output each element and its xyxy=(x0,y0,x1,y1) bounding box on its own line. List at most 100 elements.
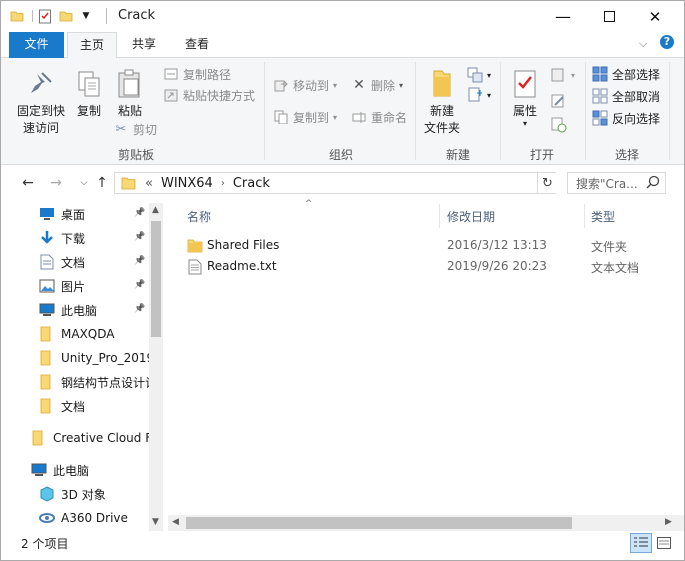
properties-icon[interactable] xyxy=(37,8,53,24)
search-icon xyxy=(646,175,660,192)
folder-icon xyxy=(39,326,55,342)
nav-scrollbar-thumb[interactable] xyxy=(151,221,161,337)
breadcrumb-item[interactable]: Crack xyxy=(233,176,270,191)
sidebar-item[interactable]: 文档 xyxy=(39,251,149,273)
easy-access-button[interactable]: ▾ xyxy=(467,86,491,104)
sidebar-item[interactable]: 钢结构节点设计计 xyxy=(39,371,149,393)
history-button[interactable] xyxy=(551,116,571,134)
paste-icon xyxy=(114,68,146,100)
organize-group-label: 组织 xyxy=(328,148,353,162)
column-modified[interactable]: 修改日期 xyxy=(447,208,495,225)
search-input[interactable]: 搜索"Cra... xyxy=(567,172,666,194)
table-row[interactable]: Readme.txt 2019/9/26 20:23 文本文档 xyxy=(183,256,678,277)
title-bar: ▼ Crack — ✕ xyxy=(1,1,684,32)
copy-to-button[interactable]: 复制到 ▾ xyxy=(273,108,337,126)
tab-home[interactable]: 主页 xyxy=(67,32,117,59)
pin-icon[interactable]: 📌 xyxy=(134,208,145,218)
recent-locations-icon[interactable]: ⌵ xyxy=(74,173,94,193)
maximize-icon[interactable] xyxy=(586,1,632,32)
tab-share[interactable]: 共享 xyxy=(121,32,167,58)
refresh-icon[interactable]: ↻ xyxy=(537,173,557,193)
column-name[interactable]: 名称 xyxy=(187,208,211,225)
rename-icon xyxy=(351,109,367,125)
select-all-button[interactable]: 全部选择 xyxy=(592,65,660,83)
column-type[interactable]: 类型 xyxy=(591,208,615,225)
sidebar-item[interactable]: 文档 xyxy=(39,395,149,417)
breadcrumb-overflow[interactable]: « xyxy=(145,176,153,191)
table-row[interactable]: Shared Files 2016/3/12 13:13 文件夹 xyxy=(183,235,678,256)
status-item-count: 2 个项目 xyxy=(21,537,69,551)
back-icon[interactable]: ← xyxy=(18,173,38,193)
sidebar-item[interactable]: 图片 xyxy=(39,275,149,297)
divider xyxy=(585,62,586,160)
divider xyxy=(669,62,670,160)
sidebar-item[interactable]: 桌面 xyxy=(39,203,149,225)
copy-path-button[interactable]: 复制路径 xyxy=(163,65,231,83)
forward-icon[interactable]: → xyxy=(46,173,66,193)
paste-shortcut-button[interactable]: 粘贴快捷方式 xyxy=(163,86,255,104)
sidebar-item[interactable]: 此电脑 xyxy=(39,299,149,321)
chevron-down-icon: ▾ xyxy=(333,112,338,122)
sidebar-item[interactable]: 此电脑 xyxy=(31,459,141,481)
sidebar-item-label: 钢结构节点设计计 xyxy=(61,375,149,390)
pin-icon[interactable]: 📌 xyxy=(134,304,145,314)
select-none-button[interactable]: 全部取消 xyxy=(592,87,660,105)
invert-selection-button[interactable]: 反向选择 xyxy=(592,109,660,127)
ribbon-expand-icon[interactable]: ⌵ xyxy=(639,37,647,51)
divider[interactable] xyxy=(584,204,585,228)
details-view-icon[interactable] xyxy=(630,533,652,553)
sidebar-item[interactable]: A360 Drive xyxy=(39,507,149,529)
sidebar-item[interactable]: 下载 xyxy=(39,227,149,249)
properties-button[interactable]: 属性 ▾ xyxy=(507,68,543,128)
tab-view[interactable]: 查看 xyxy=(173,32,221,58)
paste-button[interactable]: 粘贴 xyxy=(112,68,148,120)
chevron-down-icon[interactable]: ▼ xyxy=(79,8,93,24)
rename-button[interactable]: 重命名 xyxy=(351,108,407,126)
tab-file[interactable]: 文件 xyxy=(9,32,64,58)
breadcrumb-separator-icon[interactable]: › xyxy=(221,178,225,189)
pin-quick-access-button[interactable]: 固定到快 速访问 xyxy=(15,68,67,137)
open-icon xyxy=(551,67,567,83)
copy-button[interactable]: 复制 xyxy=(71,68,107,120)
select-all-icon xyxy=(592,66,608,82)
new-folder-icon[interactable] xyxy=(58,8,74,24)
breadcrumb-item[interactable]: WINX64 xyxy=(161,176,213,191)
pin-icon[interactable]: 📌 xyxy=(134,232,145,242)
new-folder-button[interactable]: 新建 文件夹 xyxy=(421,68,463,137)
new-group-label: 新建 xyxy=(445,148,470,162)
scroll-left-icon[interactable]: ◀ xyxy=(172,517,179,527)
scroll-down-icon[interactable]: ▼ xyxy=(152,517,159,527)
divider[interactable] xyxy=(439,204,440,228)
pin-icon[interactable]: 📌 xyxy=(134,256,145,266)
move-to-button[interactable]: 移动到 ▾ xyxy=(273,76,337,94)
address-bar[interactable]: « WINX64 › Crack ⌵ xyxy=(114,172,556,194)
open-button[interactable]: ▾ xyxy=(551,66,575,84)
sidebar-item[interactable]: 3D 对象 xyxy=(39,483,149,505)
open-group-label: 打开 xyxy=(529,148,554,162)
sidebar-item[interactable]: MAXQDA xyxy=(39,323,149,345)
delete-button[interactable]: ✕ 删除 ▾ xyxy=(351,76,403,94)
sidebar-item-label: 下载 xyxy=(61,231,86,246)
folder-icon xyxy=(39,350,55,366)
sidebar-item[interactable]: Unity_Pro_2019 xyxy=(39,347,149,369)
copy-to-icon xyxy=(273,109,289,125)
divider xyxy=(264,62,265,160)
large-icons-view-icon[interactable] xyxy=(653,533,675,553)
computer-icon xyxy=(39,302,55,318)
scroll-right-icon[interactable]: ▶ xyxy=(665,517,672,527)
edit-button[interactable] xyxy=(551,92,571,110)
cut-button[interactable]: ✂ 剪切 xyxy=(113,120,157,138)
sidebar-item-label: 此电脑 xyxy=(61,303,98,318)
sidebar-item[interactable]: Creative Cloud F xyxy=(31,427,149,449)
minimize-icon[interactable]: — xyxy=(540,1,586,32)
folder-icon[interactable] xyxy=(9,8,25,24)
pin-icon[interactable]: 📌 xyxy=(134,280,145,290)
sidebar-item-label: 文档 xyxy=(61,255,86,270)
close-icon[interactable]: ✕ xyxy=(632,1,678,32)
new-item-button[interactable]: ▾ xyxy=(467,66,491,84)
folder-icon xyxy=(39,398,55,414)
scroll-up-icon[interactable]: ▲ xyxy=(152,205,159,215)
up-icon[interactable]: ↑ xyxy=(92,173,112,193)
help-icon[interactable]: ? xyxy=(660,35,674,49)
content-scrollbar-thumb[interactable] xyxy=(186,517,572,529)
